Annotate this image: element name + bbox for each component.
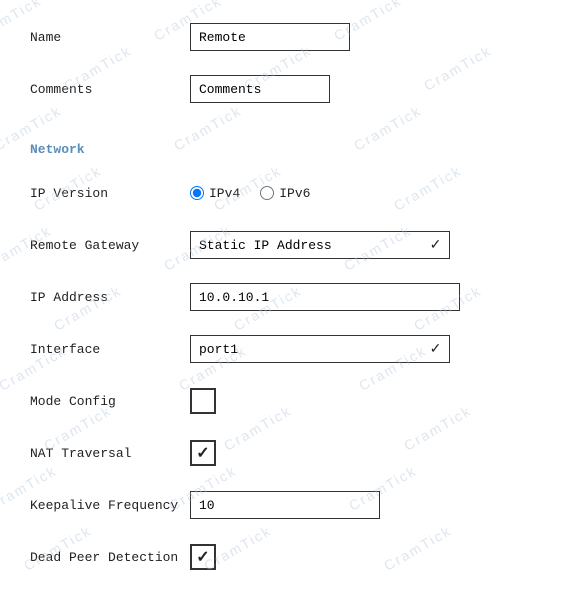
name-input[interactable] [190, 23, 350, 51]
nat-traversal-checkbox[interactable] [190, 440, 216, 466]
ip-address-input[interactable] [190, 283, 460, 311]
mode-config-label: Mode Config [30, 394, 190, 409]
comments-row: Comments [30, 72, 546, 106]
mode-config-checkbox[interactable] [190, 388, 216, 414]
remote-gateway-row: Remote Gateway Static IP Address Dynamic… [30, 228, 546, 262]
name-row: Name [30, 20, 546, 54]
name-label: Name [30, 30, 190, 45]
ipv6-radio[interactable] [260, 186, 274, 200]
interface-select[interactable]: port1 port2 port3 [190, 335, 450, 363]
ip-version-radio-group: IPv4 IPv6 [190, 186, 310, 201]
remote-gateway-label: Remote Gateway [30, 238, 190, 253]
remote-gateway-select[interactable]: Static IP Address Dynamic DNS Dialup Use… [190, 231, 450, 259]
ipv6-radio-item[interactable]: IPv6 [260, 186, 310, 201]
keepalive-row: Keepalive Frequency [30, 488, 546, 522]
keepalive-input[interactable] [190, 491, 380, 519]
mode-config-row: Mode Config [30, 384, 546, 418]
interface-select-wrapper: port1 port2 port3 ✓ [190, 335, 450, 363]
comments-label: Comments [30, 82, 190, 97]
form-container: Name Comments Network IP Version IPv4 IP… [0, 0, 576, 612]
network-section: Network [30, 132, 546, 166]
nat-traversal-row: NAT Traversal [30, 436, 546, 470]
ipv4-radio[interactable] [190, 186, 204, 200]
remote-gateway-select-wrapper: Static IP Address Dynamic DNS Dialup Use… [190, 231, 450, 259]
ip-address-label: IP Address [30, 290, 190, 305]
nat-traversal-label: NAT Traversal [30, 446, 190, 461]
network-label: Network [30, 142, 190, 157]
interface-label: Interface [30, 342, 190, 357]
dead-peer-row: Dead Peer Detection [30, 540, 546, 574]
ipv4-label: IPv4 [209, 186, 240, 201]
ip-address-row: IP Address [30, 280, 546, 314]
ip-version-label: IP Version [30, 186, 190, 201]
keepalive-label: Keepalive Frequency [30, 498, 190, 513]
ipv6-label: IPv6 [279, 186, 310, 201]
interface-row: Interface port1 port2 port3 ✓ [30, 332, 546, 366]
dead-peer-checkbox[interactable] [190, 544, 216, 570]
comments-input[interactable] [190, 75, 330, 103]
ipv4-radio-item[interactable]: IPv4 [190, 186, 240, 201]
dead-peer-label: Dead Peer Detection [30, 550, 190, 565]
ip-version-row: IP Version IPv4 IPv6 [30, 176, 546, 210]
